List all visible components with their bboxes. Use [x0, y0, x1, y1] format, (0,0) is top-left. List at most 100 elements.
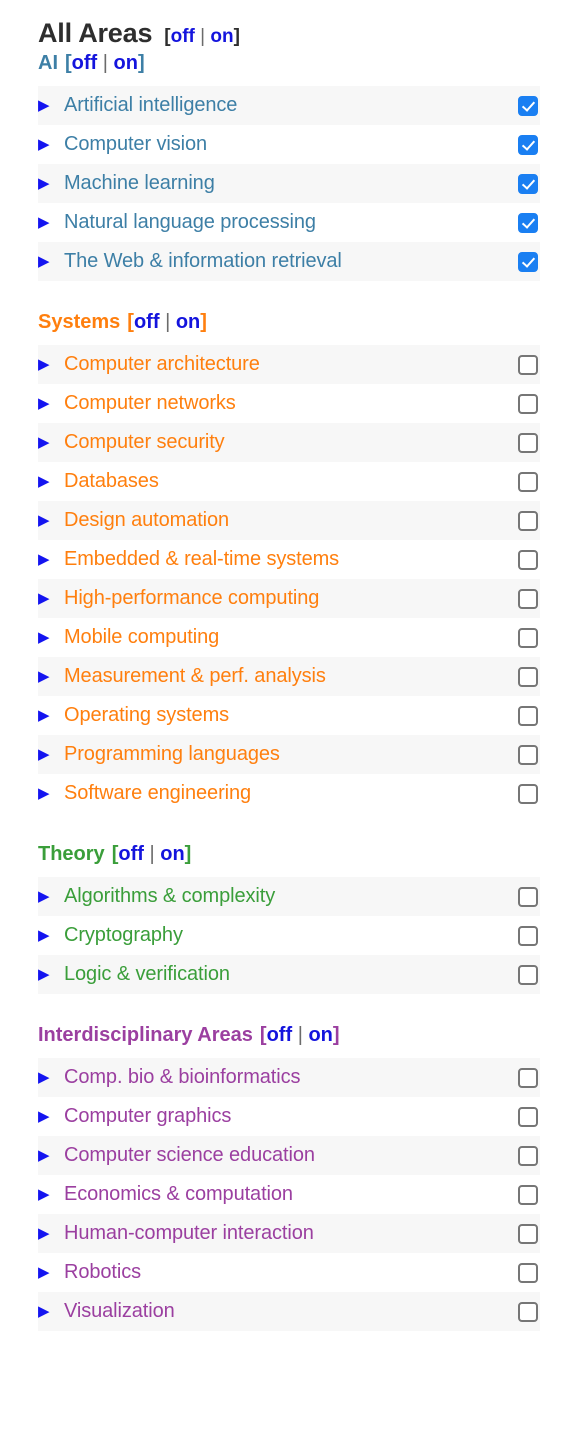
toggle-on-link-systems[interactable]: on	[176, 311, 200, 333]
area-row[interactable]: ▶ Visualization	[38, 1292, 540, 1331]
area-row[interactable]: ▶ Operating systems	[38, 696, 540, 735]
expand-triangle-icon[interactable]: ▶	[38, 889, 64, 904]
area-row[interactable]: ▶ Measurement & perf. analysis	[38, 657, 540, 696]
expand-triangle-icon[interactable]: ▶	[38, 630, 64, 645]
expand-triangle-icon[interactable]: ▶	[38, 967, 64, 982]
expand-triangle-icon[interactable]: ▶	[38, 1304, 64, 1319]
expand-triangle-icon[interactable]: ▶	[38, 552, 64, 567]
expand-triangle-icon[interactable]: ▶	[38, 708, 64, 723]
expand-triangle-icon[interactable]: ▶	[38, 747, 64, 762]
area-label[interactable]: Computer graphics	[64, 1105, 518, 1128]
area-label[interactable]: Computer science education	[64, 1144, 518, 1167]
area-row[interactable]: ▶ Databases	[38, 462, 540, 501]
expand-triangle-icon[interactable]: ▶	[38, 98, 64, 113]
area-checkbox[interactable]	[518, 393, 538, 414]
area-checkbox[interactable]	[518, 1223, 538, 1244]
area-checkbox[interactable]	[518, 1106, 538, 1127]
toggle-on-link-all-areas[interactable]: on	[210, 26, 233, 47]
toggle-off-link-ai[interactable]: off	[72, 52, 98, 74]
expand-triangle-icon[interactable]: ▶	[38, 513, 64, 528]
area-label[interactable]: Computer networks	[64, 392, 518, 415]
area-checkbox[interactable]	[518, 251, 538, 272]
expand-triangle-icon[interactable]: ▶	[38, 435, 64, 450]
area-label[interactable]: Natural language processing	[64, 211, 518, 234]
area-checkbox[interactable]	[518, 471, 538, 492]
area-checkbox[interactable]	[518, 173, 538, 194]
area-label[interactable]: Robotics	[64, 1261, 518, 1284]
area-row[interactable]: ▶ Human-computer interaction	[38, 1214, 540, 1253]
area-label[interactable]: Human-computer interaction	[64, 1222, 518, 1245]
expand-triangle-icon[interactable]: ▶	[38, 215, 64, 230]
area-label[interactable]: Cryptography	[64, 924, 518, 947]
area-label[interactable]: Software engineering	[64, 782, 518, 805]
area-checkbox[interactable]	[518, 1184, 538, 1205]
area-checkbox[interactable]	[518, 549, 538, 570]
expand-triangle-icon[interactable]: ▶	[38, 928, 64, 943]
area-checkbox[interactable]	[518, 1301, 538, 1322]
toggle-off-link-interdisciplinary[interactable]: off	[267, 1024, 293, 1046]
area-row[interactable]: ▶ Algorithms & complexity	[38, 877, 540, 916]
area-row[interactable]: ▶ Machine learning	[38, 164, 540, 203]
area-label[interactable]: Computer vision	[64, 133, 518, 156]
area-label[interactable]: Machine learning	[64, 172, 518, 195]
area-checkbox[interactable]	[518, 886, 538, 907]
area-label[interactable]: Measurement & perf. analysis	[64, 665, 518, 688]
toggle-off-link-all-areas[interactable]: off	[171, 26, 195, 47]
area-label[interactable]: Mobile computing	[64, 626, 518, 649]
expand-triangle-icon[interactable]: ▶	[38, 1070, 64, 1085]
area-label[interactable]: Design automation	[64, 509, 518, 532]
area-checkbox[interactable]	[518, 783, 538, 804]
area-checkbox[interactable]	[518, 627, 538, 648]
expand-triangle-icon[interactable]: ▶	[38, 137, 64, 152]
area-row[interactable]: ▶ The Web & information retrieval	[38, 242, 540, 281]
toggle-on-link-ai[interactable]: on	[114, 52, 138, 74]
area-checkbox[interactable]	[518, 666, 538, 687]
area-row[interactable]: ▶ High-performance computing	[38, 579, 540, 618]
area-row[interactable]: ▶ Software engineering	[38, 774, 540, 813]
toggle-off-link-systems[interactable]: off	[134, 311, 160, 333]
expand-triangle-icon[interactable]: ▶	[38, 396, 64, 411]
area-row[interactable]: ▶ Computer vision	[38, 125, 540, 164]
area-row[interactable]: ▶ Cryptography	[38, 916, 540, 955]
area-row[interactable]: ▶ Logic & verification	[38, 955, 540, 994]
area-checkbox[interactable]	[518, 744, 538, 765]
expand-triangle-icon[interactable]: ▶	[38, 176, 64, 191]
area-row[interactable]: ▶ Natural language processing	[38, 203, 540, 242]
area-checkbox[interactable]	[518, 705, 538, 726]
area-label[interactable]: Databases	[64, 470, 518, 493]
area-checkbox[interactable]	[518, 134, 538, 155]
area-label[interactable]: Comp. bio & bioinformatics	[64, 1066, 518, 1089]
area-checkbox[interactable]	[518, 925, 538, 946]
area-label[interactable]: Computer security	[64, 431, 518, 454]
area-row[interactable]: ▶ Artificial intelligence	[38, 86, 540, 125]
expand-triangle-icon[interactable]: ▶	[38, 357, 64, 372]
area-row[interactable]: ▶ Design automation	[38, 501, 540, 540]
area-row[interactable]: ▶ Comp. bio & bioinformatics	[38, 1058, 540, 1097]
area-row[interactable]: ▶ Mobile computing	[38, 618, 540, 657]
area-label[interactable]: Programming languages	[64, 743, 518, 766]
area-checkbox[interactable]	[518, 354, 538, 375]
expand-triangle-icon[interactable]: ▶	[38, 669, 64, 684]
area-row[interactable]: ▶ Computer networks	[38, 384, 540, 423]
toggle-on-link-theory[interactable]: on	[160, 843, 184, 865]
area-row[interactable]: ▶ Robotics	[38, 1253, 540, 1292]
area-checkbox[interactable]	[518, 95, 538, 116]
area-label[interactable]: Operating systems	[64, 704, 518, 727]
area-label[interactable]: Algorithms & complexity	[64, 885, 518, 908]
expand-triangle-icon[interactable]: ▶	[38, 254, 64, 269]
area-checkbox[interactable]	[518, 510, 538, 531]
area-checkbox[interactable]	[518, 432, 538, 453]
area-label[interactable]: Computer architecture	[64, 353, 518, 376]
area-checkbox[interactable]	[518, 1145, 538, 1166]
toggle-off-link-theory[interactable]: off	[118, 843, 144, 865]
area-row[interactable]: ▶ Computer security	[38, 423, 540, 462]
area-row[interactable]: ▶ Computer architecture	[38, 345, 540, 384]
expand-triangle-icon[interactable]: ▶	[38, 1148, 64, 1163]
area-label[interactable]: Economics & computation	[64, 1183, 518, 1206]
area-row[interactable]: ▶ Computer graphics	[38, 1097, 540, 1136]
area-checkbox[interactable]	[518, 1067, 538, 1088]
area-label[interactable]: Logic & verification	[64, 963, 518, 986]
area-label[interactable]: Visualization	[64, 1300, 518, 1323]
expand-triangle-icon[interactable]: ▶	[38, 786, 64, 801]
area-row[interactable]: ▶ Economics & computation	[38, 1175, 540, 1214]
